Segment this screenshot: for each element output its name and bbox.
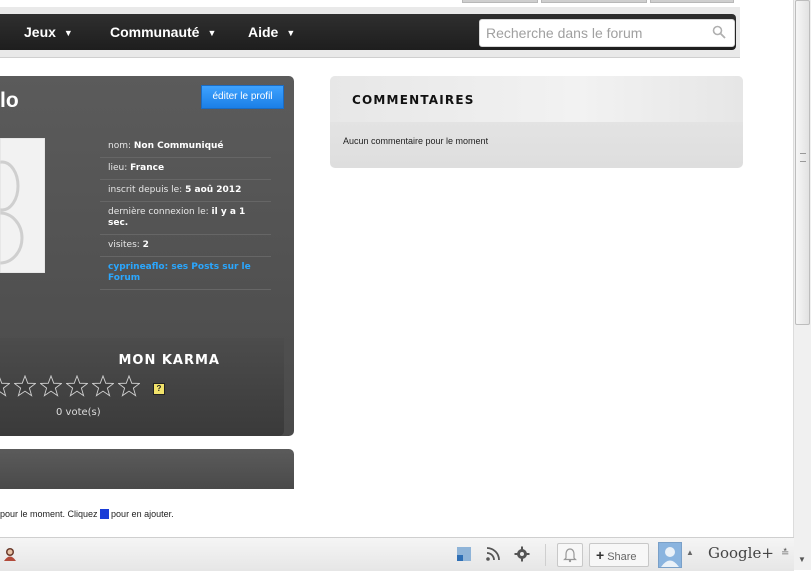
secondary-panel-header	[0, 449, 294, 489]
profile-info-list: nom: Non Communiqué lieu: France inscrit…	[100, 136, 271, 290]
scrollbar-thumb[interactable]	[795, 0, 810, 325]
info-label: lieu:	[108, 163, 131, 173]
search-input[interactable]	[484, 22, 708, 44]
nav-item-jeux[interactable]: Jeux ▼	[24, 14, 73, 50]
star-icon[interactable]	[0, 375, 10, 397]
comments-panel: COMMENTAIRES Aucun commentaire pour le m…	[330, 76, 743, 168]
chevron-down-icon: ▼	[63, 28, 73, 38]
star-icon[interactable]	[40, 375, 62, 397]
share-button[interactable]: + Share	[589, 543, 649, 567]
message-text: pour le moment. Cliquez	[0, 509, 101, 519]
help-icon[interactable]: ?	[153, 383, 165, 395]
info-value: France	[130, 163, 165, 173]
top-button-edge[interactable]	[541, 0, 647, 3]
profile-panel: lo éditer le profil nom: Non Communiqué …	[0, 76, 294, 436]
star-icon[interactable]	[14, 375, 36, 397]
user-avatar-icon[interactable]	[2, 546, 18, 562]
info-label: dernière connexion le:	[108, 207, 212, 217]
forum-search	[479, 19, 735, 47]
avatar	[0, 137, 46, 274]
profile-username: lo	[0, 89, 19, 112]
search-icon[interactable]	[712, 25, 726, 44]
top-button-edge[interactable]	[650, 0, 734, 3]
info-row-visits: visites: 2	[100, 235, 271, 257]
chevron-up-icon[interactable]: ▲	[686, 548, 694, 557]
forum-posts-link[interactable]: cyprineaflo: ses Posts sur le Forum	[100, 257, 271, 290]
rss-icon[interactable]	[485, 546, 501, 562]
bell-icon	[563, 548, 577, 563]
secondary-panel-message: pour le moment. Cliquez ici pour en ajou…	[0, 509, 174, 519]
info-row-joined: inscrit depuis le: 5 aoû 2012	[100, 180, 271, 202]
karma-section: MON KARMA ? 0 vote(s)	[0, 338, 284, 436]
star-icon[interactable]	[66, 375, 88, 397]
nav-item-label: Communauté	[110, 24, 200, 40]
profile-avatar-icon[interactable]	[658, 542, 682, 568]
user-silhouette-icon	[661, 547, 679, 567]
info-value: 5 aoû 2012	[185, 185, 242, 195]
plus-icon: +	[596, 547, 605, 563]
info-label: inscrit depuis le:	[108, 185, 186, 195]
star-icon[interactable]	[118, 375, 140, 397]
page-icon[interactable]	[456, 546, 472, 562]
notifications-button[interactable]	[557, 543, 583, 567]
info-label: visites:	[108, 240, 143, 250]
toolbar-divider	[545, 544, 546, 566]
vertical-scrollbar[interactable]: ▼	[793, 0, 811, 570]
scroll-down-arrow-icon[interactable]: ▼	[798, 555, 806, 564]
nav-item-communaute[interactable]: Communauté ▼	[110, 14, 216, 50]
chevron-down-icon: ▼	[207, 28, 217, 38]
vote-count: 0 vote(s)	[56, 407, 101, 418]
message-text: pour en ajouter.	[108, 509, 174, 519]
info-value: 2	[142, 240, 149, 250]
star-icon[interactable]	[92, 375, 114, 397]
nav-item-label: Aide	[248, 24, 279, 40]
nav-item-label: Jeux	[24, 24, 56, 40]
gear-icon[interactable]	[514, 546, 530, 562]
nav-item-aide[interactable]: Aide ▼	[248, 14, 295, 50]
info-row-last-login: dernière connexion le: il y a 1 sec.	[100, 202, 271, 235]
top-button-edge[interactable]	[462, 0, 538, 3]
top-button-row	[0, 0, 740, 6]
info-label: nom:	[108, 141, 134, 151]
scrollbar-grip	[800, 153, 806, 162]
main-navbar: Jeux ▼ Communauté ▼ Aide ▼	[0, 7, 740, 58]
info-value: Non Communiqué	[133, 141, 224, 151]
default-avatar-icon	[0, 137, 46, 274]
comments-empty-text: Aucun commentaire pour le moment	[343, 136, 489, 146]
google-plus-label[interactable]: Google+	[708, 544, 774, 562]
karma-rating	[0, 375, 144, 401]
info-row-location: lieu: France	[100, 158, 271, 180]
edit-profile-button[interactable]: éditer le profil	[201, 85, 284, 109]
comments-title: COMMENTAIRES	[352, 93, 475, 107]
browser-bottom-toolbar: + Share ▲ Google+ ≛	[0, 537, 794, 571]
chevron-down-icon: ▼	[286, 28, 296, 38]
karma-title: MON KARMA	[118, 353, 220, 368]
add-link[interactable]: ici	[100, 509, 109, 519]
double-chevron-down-icon[interactable]: ≛	[781, 548, 789, 559]
secondary-panel: pour le moment. Cliquez ici pour en ajou…	[0, 449, 294, 549]
share-label: Share	[607, 551, 637, 563]
info-row-name: nom: Non Communiqué	[100, 136, 271, 158]
